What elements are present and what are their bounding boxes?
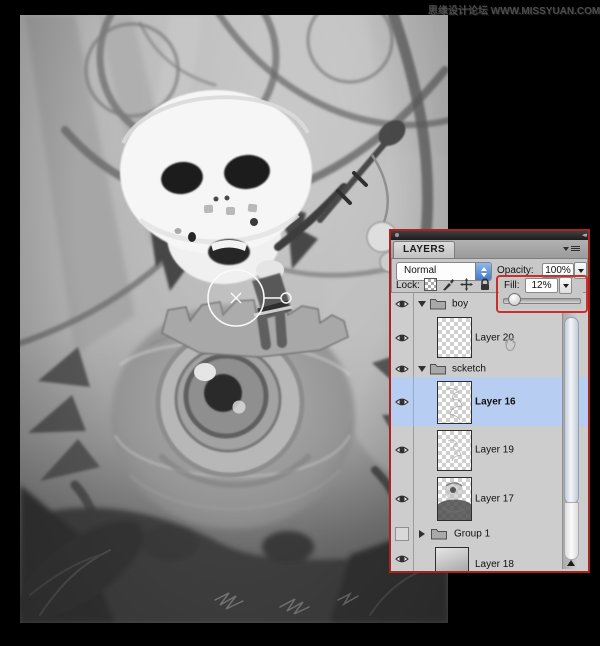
visibility-toggle[interactable] — [391, 314, 414, 361]
layer-thumbnail[interactable] — [437, 430, 472, 471]
scrollbar-track-end — [564, 502, 579, 560]
collapse-panel-icon[interactable]: ◂◂ — [582, 232, 587, 239]
layers-panel: ◂◂ LAYERS Normal Opacity: 100% Lock: Fil… — [389, 229, 590, 573]
group-name: Group 1 — [454, 528, 491, 540]
layer-thumbnail[interactable] — [435, 547, 469, 571]
panel-dot-icon — [395, 233, 399, 237]
visibility-toggle[interactable] — [391, 426, 414, 474]
lock-buttons — [424, 278, 491, 291]
eye-icon — [395, 334, 409, 341]
panel-menu-icon[interactable] — [563, 245, 580, 252]
layer-name: Layer 16 — [475, 396, 516, 407]
panel-header-bar[interactable]: ◂◂ — [391, 231, 588, 240]
layer-thumbnail[interactable] — [437, 477, 472, 521]
group-row-scketch[interactable]: scketch — [391, 361, 588, 378]
expand-triangle[interactable] — [418, 300, 426, 307]
folder-icon — [430, 364, 446, 375]
fill-dropdown-button[interactable] — [559, 277, 572, 294]
lock-paint-icon[interactable] — [442, 278, 455, 291]
canvas-painting — [20, 15, 448, 623]
eye-icon — [395, 365, 409, 373]
layer-list: boy Layer 20 scketch Layer 16 Layer 19 L… — [391, 292, 588, 571]
fill-slider-popup — [499, 292, 583, 309]
folder-icon — [430, 298, 446, 309]
expand-triangle[interactable] — [418, 366, 426, 372]
layer-thumbnail[interactable] — [437, 317, 472, 358]
blend-mode-value: Normal — [404, 265, 437, 276]
visibility-toggle[interactable] — [391, 377, 414, 426]
layer-thumbnail[interactable] — [437, 381, 472, 424]
visibility-toggle[interactable] — [391, 293, 414, 314]
layer-row-layer18[interactable]: Layer 18 — [391, 545, 588, 571]
eye-icon — [395, 446, 409, 454]
visibility-toggle[interactable] — [391, 361, 414, 377]
eye-icon — [395, 495, 409, 502]
watermark-text: 思缘设计论坛 WWW.MISSYUAN.COM — [428, 6, 600, 17]
document-canvas[interactable] — [20, 15, 448, 623]
layer-row-layer19[interactable]: Layer 19 — [391, 426, 588, 475]
layer-row-layer20[interactable]: Layer 20 — [391, 314, 588, 362]
fill-label: Fill: — [504, 280, 520, 291]
lock-all-icon[interactable] — [478, 278, 491, 291]
layer-row-layer16-selected[interactable]: Layer 16 — [391, 377, 588, 427]
opacity-dropdown-button[interactable] — [574, 262, 587, 279]
visibility-toggle[interactable] — [391, 474, 414, 523]
hand-cursor-icon — [505, 337, 516, 351]
eye-icon — [395, 300, 409, 307]
visibility-toggle[interactable] — [391, 545, 414, 571]
screenshot-root: 思缘设计论坛 WWW.MISSYUAN.COM ◂◂ LAYERS Normal… — [0, 0, 600, 646]
eye-icon — [395, 555, 409, 562]
panel-tab-bar: LAYERS — [391, 240, 588, 259]
tab-layers[interactable]: LAYERS — [393, 241, 456, 258]
layer-name: Layer 19 — [475, 444, 514, 456]
group-name: scketch — [452, 363, 486, 375]
eye-icon — [395, 398, 409, 405]
fill-slider-knob[interactable] — [508, 293, 521, 306]
expand-triangle-collapsed[interactable] — [419, 530, 425, 538]
scrollbar-thumb[interactable] — [564, 317, 579, 504]
lock-label: Lock: — [396, 280, 420, 291]
layer-name: Layer 18 — [475, 559, 514, 570]
layer-row-layer17[interactable]: Layer 17 — [391, 474, 588, 524]
group-name: boy — [452, 298, 469, 309]
folder-icon — [431, 529, 447, 540]
opacity-value[interactable]: 100% — [542, 263, 574, 278]
panel-scrollbar[interactable] — [562, 312, 579, 569]
fill-value[interactable]: 12% — [525, 278, 558, 293]
group-row-group1[interactable]: Group 1 — [391, 523, 588, 546]
layer-name: Layer 17 — [475, 493, 514, 504]
opacity-label: Opacity: — [497, 265, 534, 276]
lock-transparency-icon[interactable] — [424, 278, 437, 291]
visibility-empty-checkbox[interactable] — [395, 527, 409, 541]
visibility-toggle[interactable] — [391, 523, 414, 545]
lock-position-icon[interactable] — [460, 278, 473, 291]
scroll-up-arrow-icon[interactable] — [567, 560, 575, 566]
